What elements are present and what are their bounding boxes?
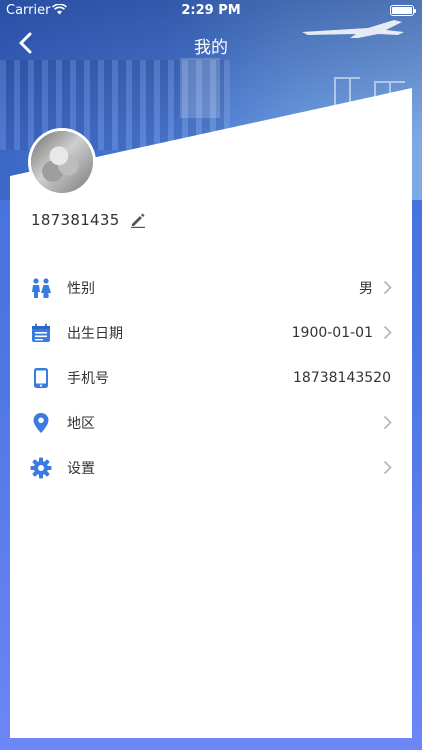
menu-item-label: 性别 xyxy=(67,280,95,297)
chevron-right-icon xyxy=(382,325,392,341)
menu-item-label: 地区 xyxy=(67,415,95,432)
chevron-right-icon xyxy=(382,415,392,431)
menu-item-label: 手机号 xyxy=(67,370,109,387)
avatar[interactable] xyxy=(31,131,93,193)
menu-item-value: 男 xyxy=(359,280,373,297)
menu-item-birthdate[interactable]: 出生日期 1900-01-01 xyxy=(10,310,412,355)
profile-username-row: 187381435 xyxy=(31,209,148,231)
username: 187381435 xyxy=(31,211,120,229)
menu-item-label: 出生日期 xyxy=(67,325,123,342)
location-pin-icon xyxy=(30,412,52,434)
menu-item-value: 18738143520 xyxy=(293,369,391,386)
profile-menu-list: 性别 男 出生日期 1900-01-01 手机号 18738143520 地区 … xyxy=(10,265,412,490)
building-image xyxy=(180,58,220,118)
settings-gear-icon xyxy=(30,457,52,479)
status-bar: Carrier 2:29 PM xyxy=(0,0,422,22)
chevron-right-icon xyxy=(382,280,392,296)
calendar-icon xyxy=(30,322,52,344)
status-time: 2:29 PM xyxy=(181,3,241,18)
battery-icon xyxy=(390,5,416,16)
pencil-icon xyxy=(130,213,145,228)
menu-item-settings[interactable]: 设置 xyxy=(10,445,412,490)
menu-item-gender[interactable]: 性别 男 xyxy=(10,265,412,310)
menu-item-region[interactable]: 地区 xyxy=(10,400,412,445)
menu-item-phone[interactable]: 手机号 18738143520 xyxy=(10,355,412,400)
navigation-bar: 我的 xyxy=(0,22,422,66)
page-title: 我的 xyxy=(194,38,228,58)
menu-item-value: 1900-01-01 xyxy=(291,324,373,341)
chevron-right-icon xyxy=(382,460,392,476)
profile-screen: Carrier 2:29 PM 我的 187381435 性别 男 出生日期 1… xyxy=(0,0,422,750)
gender-icon xyxy=(30,277,52,299)
phone-icon xyxy=(30,367,52,389)
menu-item-label: 设置 xyxy=(67,460,95,477)
edit-username-button[interactable] xyxy=(130,211,148,229)
